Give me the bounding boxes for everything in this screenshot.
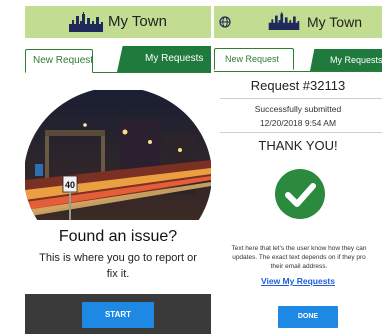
app-header: My Town [25, 6, 211, 38]
city-skyline-icon [268, 12, 300, 35]
new-request-screen: My Town New Request My Requests 40 Found… [25, 6, 211, 334]
request-tabs: New Request My Requests [25, 46, 211, 73]
tab-divider [214, 71, 382, 72]
bottom-bar: START [25, 294, 211, 334]
info-text-line-2: updates. The exact text depends on if th… [232, 254, 366, 261]
app-title: My Town [307, 14, 362, 30]
tab-new-request[interactable]: New Request [214, 48, 294, 70]
globe-icon[interactable] [219, 15, 231, 33]
info-text-line-1: Text here that let's the user know how t… [231, 245, 367, 252]
start-button[interactable]: START [82, 302, 154, 328]
tab-my-requests[interactable]: My Requests [310, 49, 382, 71]
found-issue-heading: Found an issue? [58, 228, 178, 245]
tab-new-request[interactable]: New Request [25, 49, 93, 73]
app-title: My Town [108, 13, 167, 30]
city-skyline-icon [69, 12, 103, 37]
view-my-requests-link[interactable]: View My Requests [214, 276, 382, 286]
city-night-photo: 40 [25, 90, 211, 220]
request-confirmation-screen: My Town New Request My Requests Request … [214, 6, 382, 334]
divider [220, 132, 382, 133]
app-header: My Town [214, 6, 382, 38]
submission-timestamp: 12/20/2018 9:54 AM [259, 118, 337, 128]
request-tabs: New Request My Requests [214, 46, 382, 72]
check-circle-icon [274, 168, 326, 225]
tab-my-requests[interactable]: My Requests [117, 46, 211, 72]
speed-sign-value: 40 [65, 180, 75, 190]
request-number: Request #32113 [250, 78, 346, 93]
thank-you-heading: THANK YOU! [258, 138, 338, 153]
report-description: This is where you go to report or fix it… [39, 252, 197, 280]
submission-status: Successfully submitted [254, 104, 342, 114]
divider [220, 98, 382, 99]
done-button[interactable]: DONE [278, 306, 338, 328]
info-text-line-3: their email address. [270, 263, 328, 270]
